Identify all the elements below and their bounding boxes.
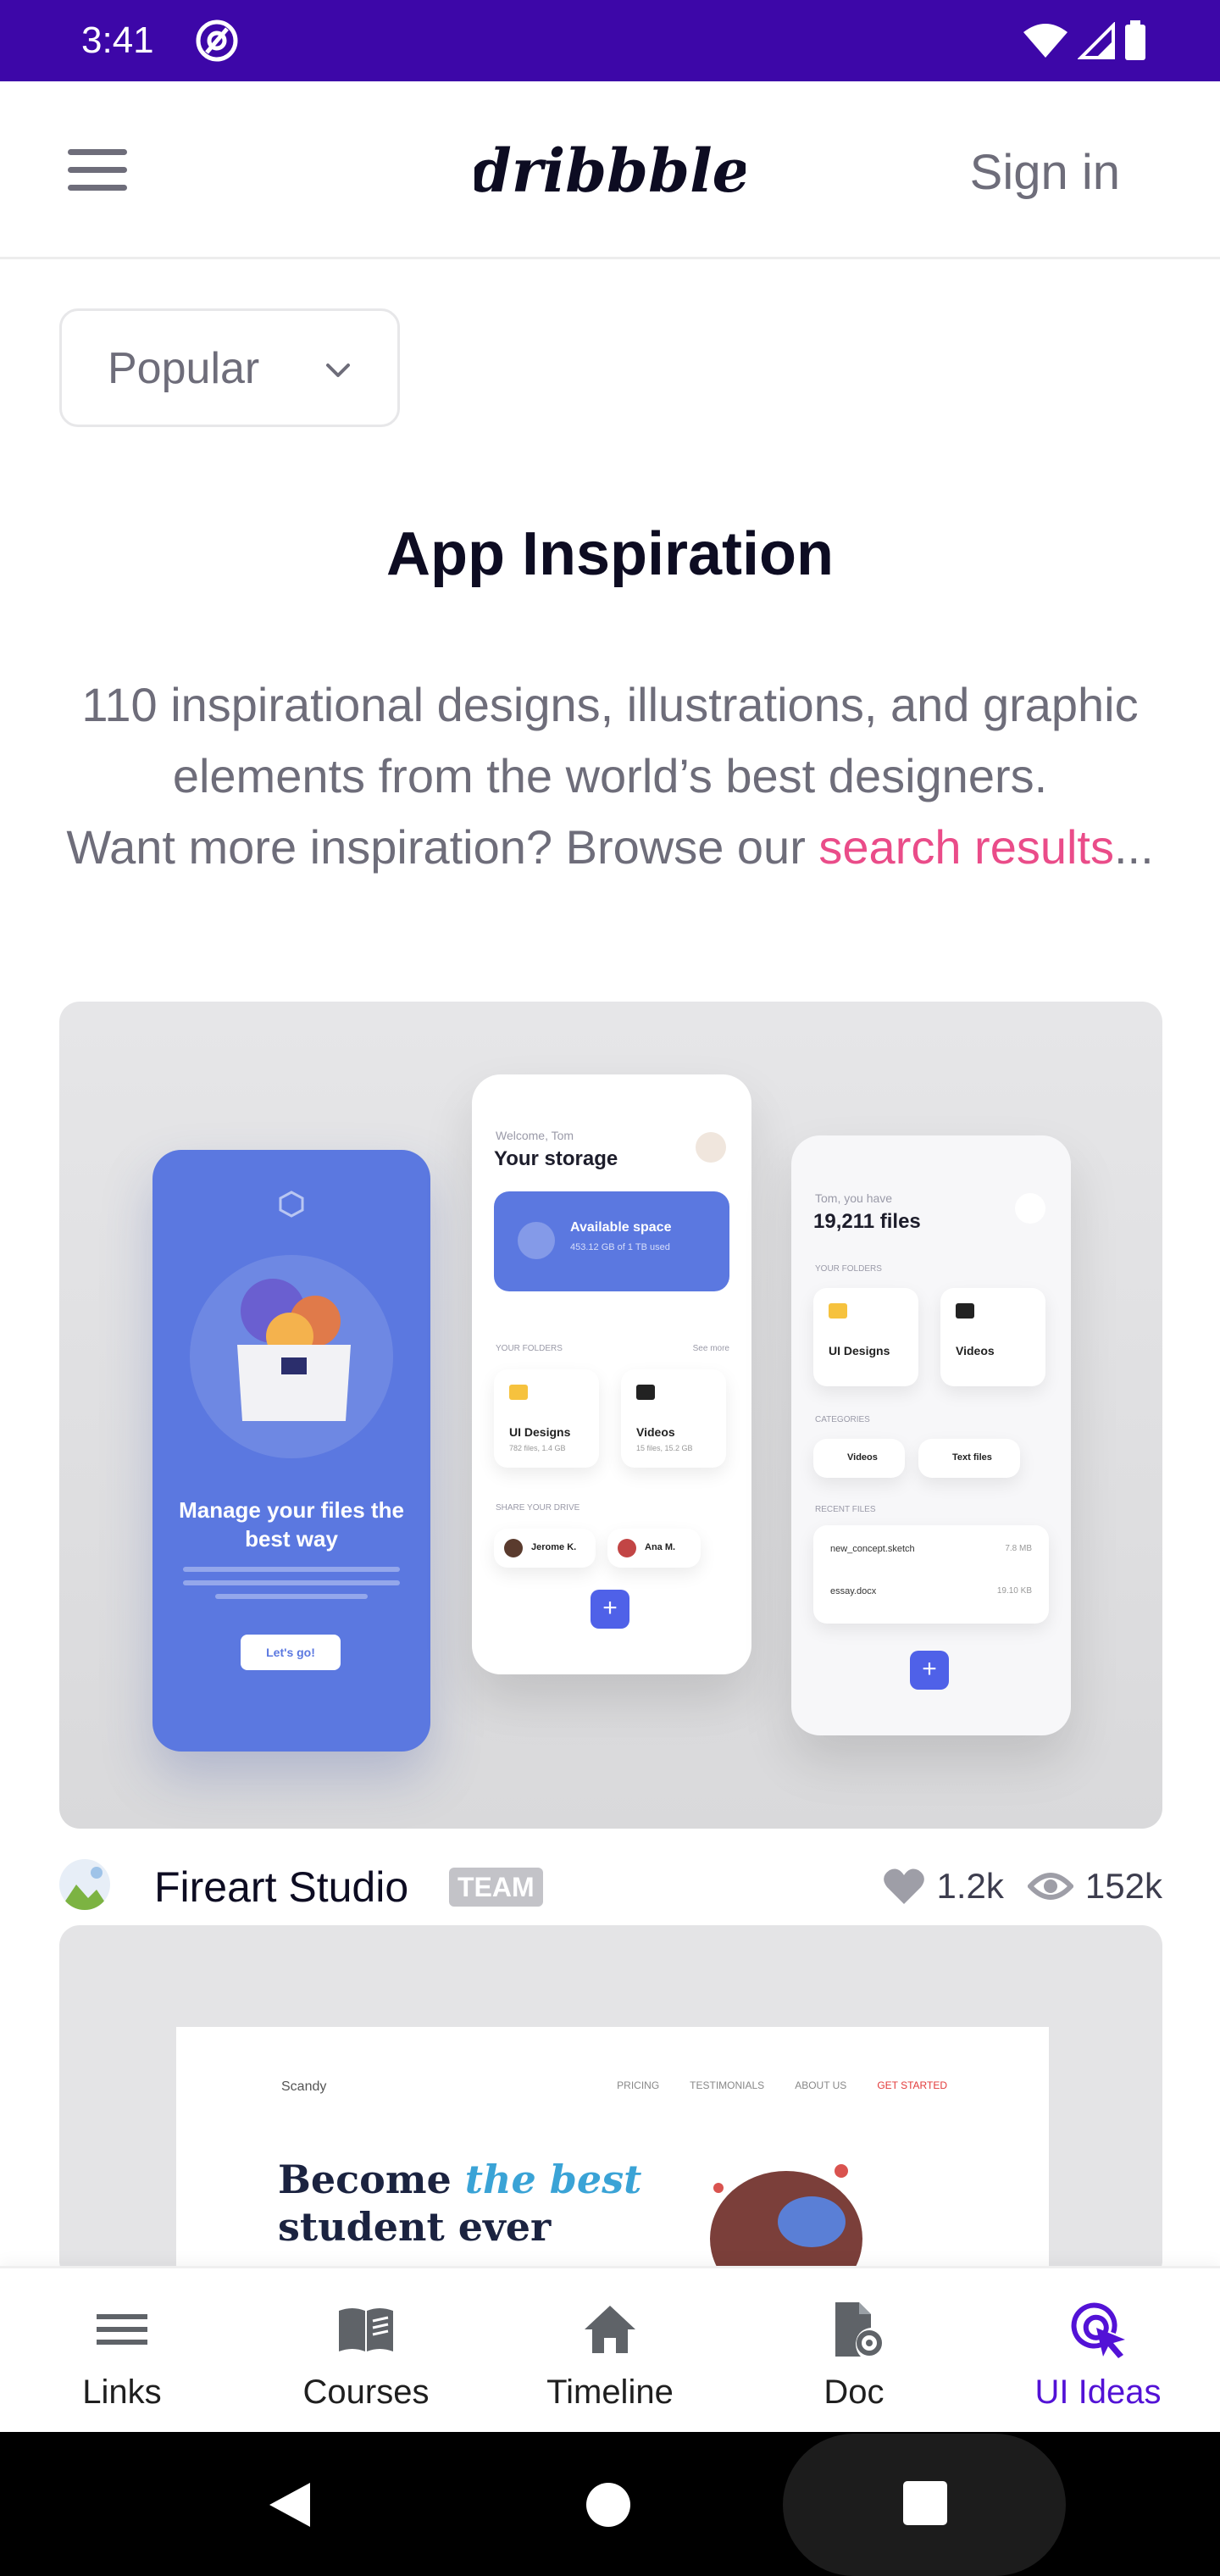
views-count: 152k	[1084, 1866, 1162, 1906]
status-icons	[1022, 19, 1147, 63]
nav-item-courses[interactable]: Courses	[244, 2268, 488, 2432]
sort-dropdown[interactable]: Popular	[59, 308, 400, 427]
mockup-landing-page: Scandy PRICING TESTIMONIALS ABOUT US GET…	[176, 2027, 1049, 2281]
app-header: dribbble Sign in	[0, 81, 1220, 259]
page-title: App Inspiration	[386, 520, 834, 588]
recents-icon[interactable]	[903, 2481, 947, 2525]
shot-thumbnail[interactable]: Scandy PRICING TESTIMONIALS ABOUT US GET…	[59, 1925, 1162, 2281]
likes-count: 1.2k	[936, 1866, 1004, 1906]
shot-author-row: Fireart Studio TEAM 1.2k 152k	[59, 1856, 1162, 1918]
mockup-button: Let's go!	[241, 1635, 341, 1670]
mockup-phone-storage: Welcome, Tom Your storage Available spac…	[472, 1074, 751, 1674]
sign-in-link[interactable]: Sign in	[970, 146, 1120, 200]
description-line: Want more inspiration? Browse our search…	[66, 820, 1154, 874]
description-line: 110 inspirational designs, illustrations…	[81, 678, 1139, 731]
page-description: 110 inspirational designs, illustrations…	[34, 669, 1186, 883]
mockup-brand: Scandy	[281, 2079, 327, 2094]
home-circle-icon[interactable]	[585, 2481, 632, 2529]
nav-item-doc[interactable]: Doc	[732, 2268, 976, 2432]
list-icon	[97, 2314, 147, 2345]
book-icon	[339, 2308, 393, 2351]
wifi-icon	[1023, 24, 1068, 58]
heart-icon[interactable]	[883, 1867, 925, 1906]
doc-settings-icon	[835, 2302, 882, 2357]
status-time: 3:41	[81, 19, 154, 61]
sort-dropdown-value: Popular	[108, 344, 260, 393]
mockup-phone-onboarding: Manage your files the best way Let's go!	[152, 1150, 430, 1752]
description-line: elements from the world’s best designers…	[172, 749, 1048, 802]
author-avatar[interactable]	[59, 1859, 110, 1910]
status-bar: 3:41	[0, 0, 1220, 81]
nav-label: Doc	[824, 2373, 884, 2411]
mockup-nav: PRICING TESTIMONIALS ABOUT US GET STARTE…	[617, 2079, 947, 2091]
shot-thumbnail[interactable]: Manage your files the best way Let's go!…	[59, 1002, 1162, 1829]
dribbble-logo[interactable]: dribbble	[474, 124, 746, 217]
nav-label: UI Ideas	[1034, 2373, 1162, 2411]
team-badge: TEAM	[449, 1868, 543, 1907]
nav-label: Links	[82, 2373, 162, 2411]
box-illustration	[237, 1279, 351, 1421]
hamburger-menu-icon[interactable]	[68, 149, 127, 197]
bottom-navigation: Links Courses Timeline Doc UI Ideas	[0, 2266, 1220, 2432]
chevron-down-icon	[326, 364, 350, 377]
planet-illustration	[710, 2164, 862, 2281]
search-results-link[interactable]: search results	[818, 820, 1114, 874]
mockup-headline: Become the best student ever	[278, 2157, 642, 2250]
cursor-click-icon	[1071, 2302, 1125, 2358]
battery-icon	[1125, 20, 1145, 60]
nav-item-links[interactable]: Links	[0, 2268, 244, 2432]
at-sign-icon	[196, 19, 238, 62]
nav-label: Timeline	[546, 2373, 674, 2411]
signal-icon	[1078, 22, 1115, 59]
author-name[interactable]: Fireart Studio	[154, 1863, 408, 1912]
nav-item-ui-ideas[interactable]: UI Ideas	[976, 2268, 1220, 2432]
shot-stats: 1.2k 152k	[883, 1864, 1162, 1908]
nav-label: Courses	[302, 2373, 430, 2411]
back-icon[interactable]	[264, 2479, 315, 2530]
nav-item-timeline[interactable]: Timeline	[488, 2268, 732, 2432]
home-icon	[585, 2306, 635, 2353]
eye-icon	[1027, 1873, 1073, 1900]
mockup-phone-files: Tom, you have 19,211 files YOUR FOLDERS …	[791, 1135, 1071, 1735]
svg-text:dribbble: dribbble	[474, 136, 746, 206]
mockup-headline: Manage your files the best way	[179, 1497, 404, 1552]
hexagon-icon	[279, 1191, 304, 1218]
